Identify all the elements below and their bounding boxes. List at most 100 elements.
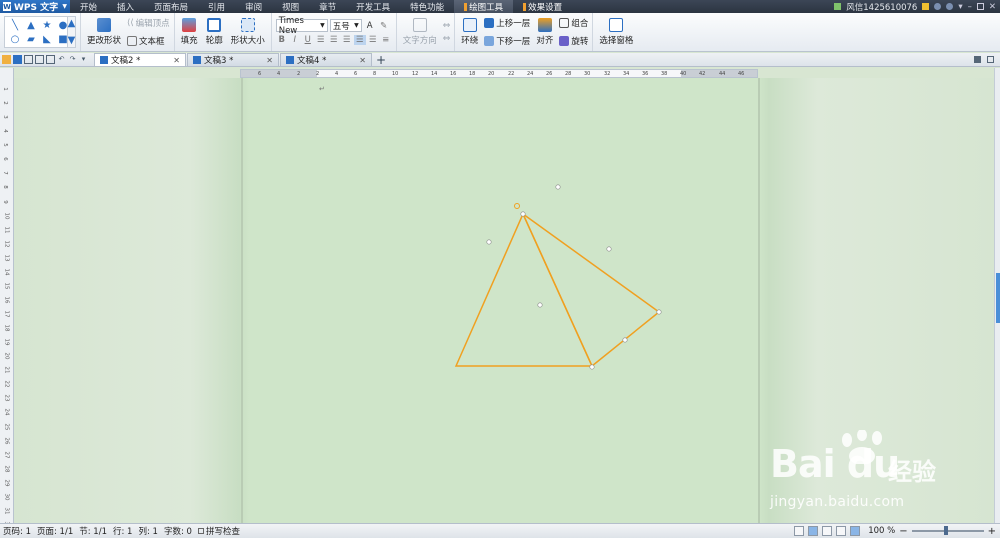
- tab-doc2[interactable]: 文稿2 * ✕: [94, 53, 186, 66]
- rotate-button[interactable]: 旋转: [559, 34, 588, 49]
- menu-references[interactable]: 引用: [198, 0, 235, 13]
- close-icon[interactable]: ✕: [989, 2, 996, 12]
- flowchart-shape-icon[interactable]: ▰: [25, 33, 37, 46]
- status-section[interactable]: 节: 1/1: [79, 525, 107, 537]
- zoom-slider-knob[interactable]: [943, 526, 948, 535]
- close-tab-icon[interactable]: ✕: [266, 56, 273, 65]
- status-word-count[interactable]: 字数: 0: [164, 525, 192, 537]
- open-folder-icon[interactable]: [2, 55, 11, 64]
- spell-check-button[interactable]: 拼写检查: [197, 525, 240, 537]
- italic-button[interactable]: I: [289, 35, 301, 45]
- reading-view-icon[interactable]: [850, 526, 861, 536]
- distribute-icon[interactable]: ☰: [367, 35, 379, 45]
- selection-handle[interactable]: [555, 184, 561, 190]
- tab-doc4[interactable]: 文稿4 * ✕: [280, 53, 372, 66]
- page-view-icon[interactable]: [808, 526, 819, 536]
- zoom-level[interactable]: 100 %: [868, 526, 895, 536]
- fill-button[interactable]: 填充: [179, 14, 200, 50]
- close-tab-icon[interactable]: ✕: [173, 56, 180, 65]
- triangle-shape-icon[interactable]: ▲: [25, 19, 37, 32]
- vertical-scrollbar[interactable]: [994, 68, 1000, 523]
- horizontal-ruler[interactable]: 6 4 2 2 4 6 8 10 12 14 16 18 20 22 24 26 28 30 32 34 36 38 40 4…: [240, 69, 758, 78]
- skin-icon[interactable]: ▾: [958, 2, 962, 12]
- status-line[interactable]: 行: 1: [113, 525, 132, 537]
- menu-insert[interactable]: 插入: [107, 0, 144, 13]
- line-shape-icon[interactable]: ╲: [9, 19, 21, 32]
- tab-doc3[interactable]: 文稿3 * ✕: [187, 53, 279, 66]
- selection-handle[interactable]: [656, 309, 662, 315]
- highlight-icon[interactable]: ✎: [378, 21, 390, 31]
- status-pages[interactable]: 页面: 1/1: [37, 525, 73, 537]
- shape-size-button[interactable]: 形状大小: [229, 14, 267, 50]
- align-center-icon[interactable]: ☰: [328, 35, 340, 45]
- group-button[interactable]: 组合: [559, 16, 588, 31]
- wrap-button[interactable]: 环绕: [459, 14, 480, 50]
- web-view-icon[interactable]: [836, 526, 847, 536]
- minimize-icon[interactable]: –: [968, 2, 972, 12]
- align-justify-icon[interactable]: ☰: [353, 35, 366, 45]
- menu-chapter[interactable]: 章节: [309, 0, 346, 13]
- menu-developer[interactable]: 开发工具: [346, 0, 400, 13]
- send-backward-button[interactable]: 下移一层: [484, 34, 530, 49]
- outline-button[interactable]: 轮廓: [204, 14, 225, 50]
- text-box-button[interactable]: 文本框: [127, 34, 170, 49]
- font-color-icon[interactable]: A: [364, 21, 376, 31]
- selection-handle[interactable]: [537, 302, 543, 308]
- edit-vertex-button[interactable]: ⟨⟨ 编辑顶点: [127, 16, 170, 31]
- triangle-shape[interactable]: [454, 212, 594, 367]
- full-screen-view-icon[interactable]: [794, 526, 805, 536]
- selection-handle[interactable]: [606, 246, 612, 252]
- selection-handle[interactable]: [520, 211, 526, 217]
- menu-view[interactable]: 视图: [272, 0, 309, 13]
- print-preview-icon[interactable]: [24, 55, 33, 64]
- vertical-ruler[interactable]: 1 2 3 4 5 6 7 8 9 10 11 12 13 14 15 16 17 18 19 20 21 22 23 24 2…: [0, 68, 14, 529]
- selection-handle[interactable]: [486, 239, 492, 245]
- line-spacing-icon[interactable]: ≡: [380, 35, 392, 45]
- bring-forward-button[interactable]: 上移一层: [484, 16, 530, 31]
- undo-icon[interactable]: ↶: [57, 55, 66, 64]
- outline-view-icon[interactable]: [822, 526, 833, 536]
- menu-effect-settings[interactable]: 效果设置: [513, 0, 572, 13]
- close-tab-icon[interactable]: ✕: [359, 56, 366, 65]
- align-left-icon[interactable]: ☰: [315, 35, 327, 45]
- align-right-icon[interactable]: ☰: [341, 35, 353, 45]
- rotation-handle[interactable]: [514, 203, 520, 209]
- tab-layout-icon[interactable]: [987, 56, 994, 63]
- save-icon[interactable]: [13, 55, 22, 64]
- font-size-select[interactable]: 五号 ▼: [329, 19, 362, 32]
- selection-pane-button[interactable]: 选择窗格: [597, 14, 635, 50]
- align-button[interactable]: 对齐: [534, 14, 555, 50]
- zoom-slider[interactable]: [911, 526, 984, 535]
- shape-gallery[interactable]: ╲ ▲ ★ ● ○ ▰ ◣ ■ ▲ ▼: [4, 16, 76, 48]
- star-shape-icon[interactable]: ★: [41, 19, 53, 32]
- selection-handle[interactable]: [589, 364, 595, 370]
- bold-button[interactable]: B: [276, 35, 288, 45]
- menu-features[interactable]: 特色功能: [400, 0, 454, 13]
- underline-button[interactable]: U: [302, 35, 314, 45]
- status-page-number[interactable]: 页码: 1: [3, 525, 31, 537]
- banner-shape-icon[interactable]: ◣: [41, 33, 53, 46]
- settings-icon[interactable]: [934, 3, 942, 10]
- app-menu-button[interactable]: W WPS 文字 ▼: [0, 0, 70, 13]
- menu-page-layout[interactable]: 页面布局: [144, 0, 198, 13]
- gallery-scroll[interactable]: ▲ ▼: [67, 17, 75, 47]
- export-icon[interactable]: [46, 55, 55, 64]
- change-shape-button[interactable]: 更改形状: [85, 14, 123, 50]
- zoom-out-icon[interactable]: −: [899, 526, 907, 537]
- new-tab-icon[interactable]: +: [376, 53, 386, 67]
- menu-review[interactable]: 审阅: [235, 0, 272, 13]
- restore-icon[interactable]: [976, 3, 984, 10]
- menu-drawing-tools[interactable]: 绘图工具: [454, 0, 514, 13]
- oval-shape-icon[interactable]: ○: [9, 33, 21, 46]
- zoom-in-icon[interactable]: +: [988, 526, 996, 537]
- selection-handle[interactable]: [622, 337, 628, 343]
- font-name-select[interactable]: Times New ▼: [275, 16, 328, 36]
- message-icon[interactable]: [922, 3, 930, 10]
- scrollbar-thumb[interactable]: [996, 273, 1000, 323]
- status-column[interactable]: 列: 1: [138, 525, 157, 537]
- tab-menu-icon[interactable]: [974, 56, 981, 63]
- customize-icon[interactable]: ▾: [79, 55, 88, 64]
- text-direction-button[interactable]: 文字方向: [401, 14, 439, 50]
- print-icon[interactable]: [35, 55, 44, 64]
- help-icon[interactable]: [946, 3, 954, 10]
